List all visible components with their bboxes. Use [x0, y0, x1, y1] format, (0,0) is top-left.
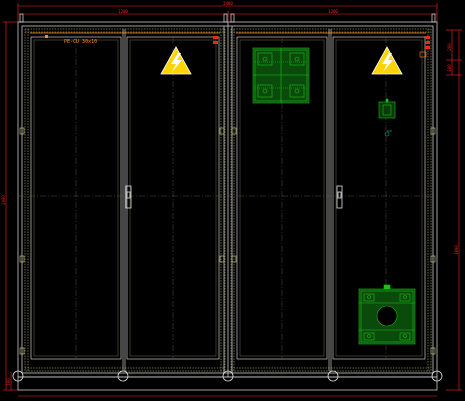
- busbar-label: PE-CU 30x10: [64, 39, 97, 45]
- lifting-eyes: [19, 13, 436, 23]
- bushing-plate-bottom: [358, 284, 416, 345]
- high-voltage-warning-right: [371, 46, 403, 75]
- cad-drawing-canvas: 2400 1200 1200 2000 1800 200 100 100 PE-…: [0, 0, 465, 401]
- dim-right-small-a: 200: [447, 43, 452, 51]
- dim-right-small-b: 100: [447, 64, 452, 72]
- dim-right-height: 1800: [454, 245, 459, 255]
- dim-bottom-offset: 100: [6, 378, 11, 386]
- small-relay-device: [378, 98, 396, 119]
- control-unit-top: [252, 47, 310, 104]
- dim-overall-width: 2400: [223, 1, 233, 6]
- cabinet-feet: [12, 370, 443, 382]
- terminal-markers: [213, 36, 430, 49]
- dim-overall-height: 2000: [1, 195, 6, 205]
- dim-cabinet-left-width: 1200: [118, 9, 128, 14]
- high-voltage-warning-left: [160, 46, 192, 75]
- dim-cabinet-right-width: 1200: [328, 9, 338, 14]
- cabinet-elevation-drawing: 2400 1200 1200 2000 1800 200 100 100 PE-…: [1, 1, 462, 397]
